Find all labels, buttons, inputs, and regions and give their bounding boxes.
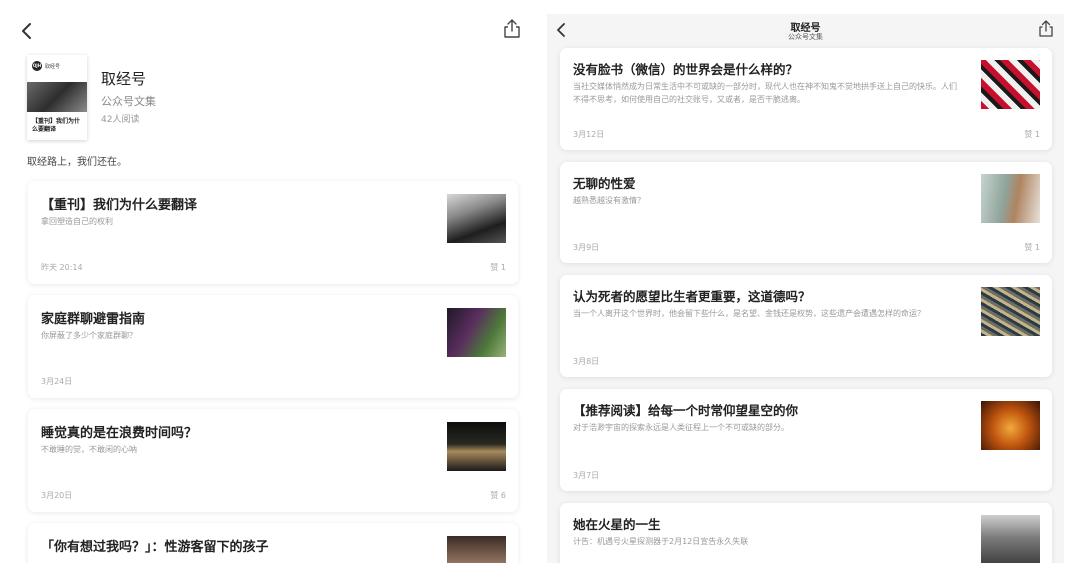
article-summary: 拿回塑造自己的权利 [41,217,113,226]
collection-home-screen: QJH 取经号 【重刊】我们为什么要翻译 取经号 公众号文集 42人阅读 取经路… [0,0,540,563]
cover-brand-name: 取经号 [45,63,61,70]
article-title: 睡觉真的是在浪费时间吗？ [41,426,198,441]
article-thumbnail [447,194,506,243]
article-card[interactable]: 认为死者的愿望比生者更重要，这道德吗？ 当一个人离开这个世界时，他会留下些什么，… [560,275,1052,377]
collection-list-screen: 取经号 公众号文集 没有脸书（微信）的世界会是什么样的？ 当社交媒体悄然成为日常… [547,14,1064,563]
back-chevron-icon[interactable] [18,20,36,42]
article-date: 昨天 20:14 [41,263,83,272]
article-title: 她在火星的一生 [573,517,661,532]
article-summary: 当一个人离开这个世界时，他会留下些什么，是名望、金钱还是权势，这些遗产会遭遇怎样… [573,309,925,318]
article-date: 3月9日 [573,243,600,252]
cover-brand-row: QJH 取经号 [32,61,60,71]
article-date: 3月24日 [41,377,73,386]
collection-description: 取经路上，我们还在。 [27,157,127,168]
article-title: 无聊的性爱 [573,176,636,191]
article-card[interactable]: 家庭群聊避雷指南 你屏蔽了多少个家庭群聊？ 3月24日 [28,295,518,398]
cover-photo [27,82,87,112]
share-icon[interactable] [502,18,522,40]
article-title: 认为死者的愿望比生者更重要，这道德吗？ [573,289,811,304]
collection-title: 取经号 [101,70,147,88]
screenshot-pair: QJH 取经号 【重刊】我们为什么要翻译 取经号 公众号文集 42人阅读 取经路… [0,0,1080,563]
article-likes: 赞 6 [490,491,506,500]
article-card[interactable]: 没有脸书（微信）的世界会是什么样的？ 当社交媒体悄然成为日常生活中不可或缺的一部… [560,48,1052,150]
article-card[interactable]: 她在火星的一生 计告：机遇号火星探测器于2月12日宣告永久失联 [560,503,1052,563]
article-card[interactable]: 【推荐阅读】给每一个时常仰望星空的你 对于浩渺宇宙的探索永远是人类征程上一个不可… [560,389,1052,491]
article-summary: 不敢睡的觉，不敢闲的心呐 [41,445,137,454]
cover-logo-icon: QJH [32,61,42,71]
collection-subtitle: 公众号文集 [101,95,156,108]
article-thumbnail [447,536,506,563]
article-likes: 赞 1 [1024,243,1040,252]
article-thumbnail [447,308,506,357]
article-summary: 对于浩渺宇宙的探索永远是人类征程上一个不可或缺的部分。 [573,423,789,432]
collection-cover-image: QJH 取经号 【重刊】我们为什么要翻译 [27,55,87,140]
article-date: 3月20日 [41,491,73,500]
article-title: 【重刊】我们为什么要翻译 [41,198,198,213]
article-thumbnail [981,60,1040,109]
article-summary: 你屏蔽了多少个家庭群聊？ [41,331,137,340]
read-count: 42人阅读 [101,115,140,125]
article-card[interactable]: 睡觉真的是在浪费时间吗？ 不敢睡的觉，不敢闲的心呐 3月20日 赞 6 [28,409,518,512]
header-subtitle: 公众号文集 [788,33,823,41]
article-title: 「你有想过我吗？」：性游客留下的孩子 [41,540,269,555]
article-summary: 计告：机遇号火星探测器于2月12日宣告永久失联 [573,537,749,546]
article-thumbnail [981,401,1040,450]
article-summary: 越熟悉越没有激情？ [573,196,645,205]
article-thumbnail [981,515,1040,563]
share-icon[interactable] [1037,19,1055,39]
article-likes: 赞 1 [1024,130,1040,139]
article-thumbnail [981,174,1040,223]
article-date: 3月7日 [573,471,600,480]
cover-caption: 【重刊】我们为什么要翻译 [32,118,81,133]
article-date: 3月8日 [573,357,600,366]
article-title: 【推荐阅读】给每一个时常仰望星空的你 [573,403,799,418]
article-card[interactable]: 无聊的性爱 越熟悉越没有激情？ 3月9日 赞 1 [560,162,1052,263]
article-thumbnail [981,287,1040,336]
article-title: 家庭群聊避雷指南 [41,312,146,327]
article-likes: 赞 1 [490,263,506,272]
article-title: 没有脸书（微信）的世界会是什么样的？ [573,62,799,77]
article-thumbnail [447,422,506,471]
article-card[interactable]: 【重刊】我们为什么要翻译 拿回塑造自己的权利 昨天 20:14 赞 1 [28,181,518,284]
article-date: 3月12日 [573,130,605,139]
article-card[interactable]: 「你有想过我吗？」：性游客留下的孩子 [28,523,518,563]
article-summary: 当社交媒体悄然成为日常生活中不可或缺的一部分时，现代人也在神不知鬼不觉地拱手送上… [573,82,957,104]
